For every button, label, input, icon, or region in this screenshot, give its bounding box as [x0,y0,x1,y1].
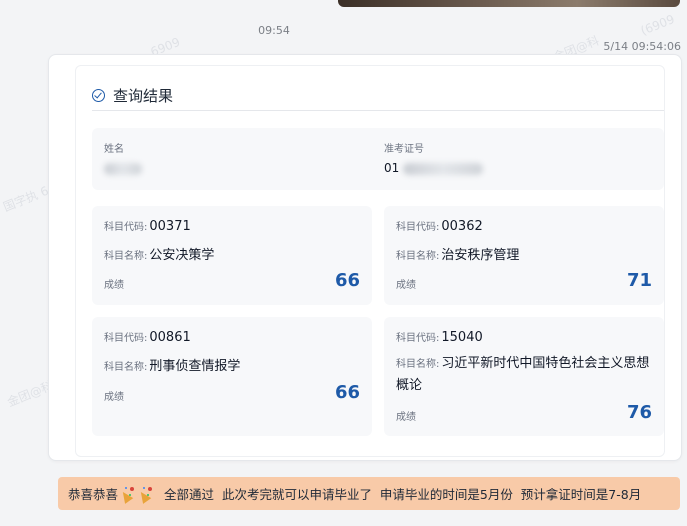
congratulations-message[interactable]: 恭喜恭喜 全部通过 此次考完就可以申请毕业了 申请毕业的时间是5月份 预计拿证时… [58,477,680,510]
subject-code: 00861 [149,330,191,345]
candidate-info: 姓名 准考证号 01 [92,128,664,190]
result-header: 查询结果 [92,80,664,111]
subject-code: 00362 [441,219,483,234]
subject-card: 科目代码: 15040 科目名称: 习近平新时代中国特色社会主义思想概论 成绩 76 [384,317,664,436]
score-label: 成绩 [396,412,416,423]
subject-card: 科目代码: 00362 科目名称: 治安秩序管理 成绩 71 [384,206,664,305]
subject-code-label: 科目代码: [104,333,148,344]
subject-name: 刑事侦查情报学 [149,359,241,374]
subject-name: 公安决策学 [149,248,215,263]
name-value-redacted [104,161,142,175]
subject-score: 66 [334,382,360,403]
ticket-value: 01 [384,161,484,175]
message-timestamp-full: 5/14 09:54:06 [603,40,681,53]
name-field: 姓名 [104,140,142,175]
result-panel: 查询结果 姓名 准考证号 01 科目代码: 00371 科目名称: 公安决策学 成绩 [75,65,665,457]
score-label: 成绩 [396,280,416,291]
subject-name-label: 科目名称: [396,359,440,370]
ticket-field: 准考证号 01 [384,140,484,175]
subject-name-label: 科目名称: [104,251,148,262]
subject-code: 15040 [441,330,483,345]
result-title: 查询结果 [113,86,174,105]
banner-message: 全部通过 此次考完就可以申请毕业了 申请毕业的时间是5月份 预计拿证时间是7-8… [164,487,642,502]
query-result-card[interactable]: 查询结果 姓名 准考证号 01 科目代码: 00371 科目名称: 公安决策学 成绩 [48,54,682,461]
check-circle-icon [92,88,105,102]
subject-card: 科目代码: 00371 科目名称: 公安决策学 成绩 66 [92,206,372,305]
party-popper-icon [137,486,153,502]
subject-code-label: 科目代码: [104,222,148,233]
subject-name-label: 科目名称: [104,362,148,373]
congrats-text: 恭喜恭喜 [68,487,119,502]
shared-image-thumbnail[interactable] [338,0,680,7]
subject-code-label: 科目代码: [396,333,440,344]
message-timestamp: 09:54 [258,24,290,37]
subject-score: 76 [626,402,652,423]
party-popper-icon [119,486,135,502]
watermark-text: (6909 [638,11,677,39]
watermark-text: 国字执 6 [1,183,51,215]
ticket-value-prefix: 01 [384,161,400,175]
subject-score: 66 [334,270,360,291]
ticket-value-redacted [403,162,484,175]
subject-score: 71 [626,270,652,291]
name-label: 姓名 [104,144,124,155]
subject-name-label: 科目名称: [396,251,440,262]
subject-card: 科目代码: 00861 科目名称: 刑事侦查情报学 成绩 66 [92,317,372,436]
score-label: 成绩 [104,280,124,291]
subject-name: 治安秩序管理 [441,248,520,263]
subject-code: 00371 [149,219,191,234]
ticket-label: 准考证号 [384,144,424,155]
subject-code-label: 科目代码: [396,222,440,233]
score-label: 成绩 [104,392,124,403]
